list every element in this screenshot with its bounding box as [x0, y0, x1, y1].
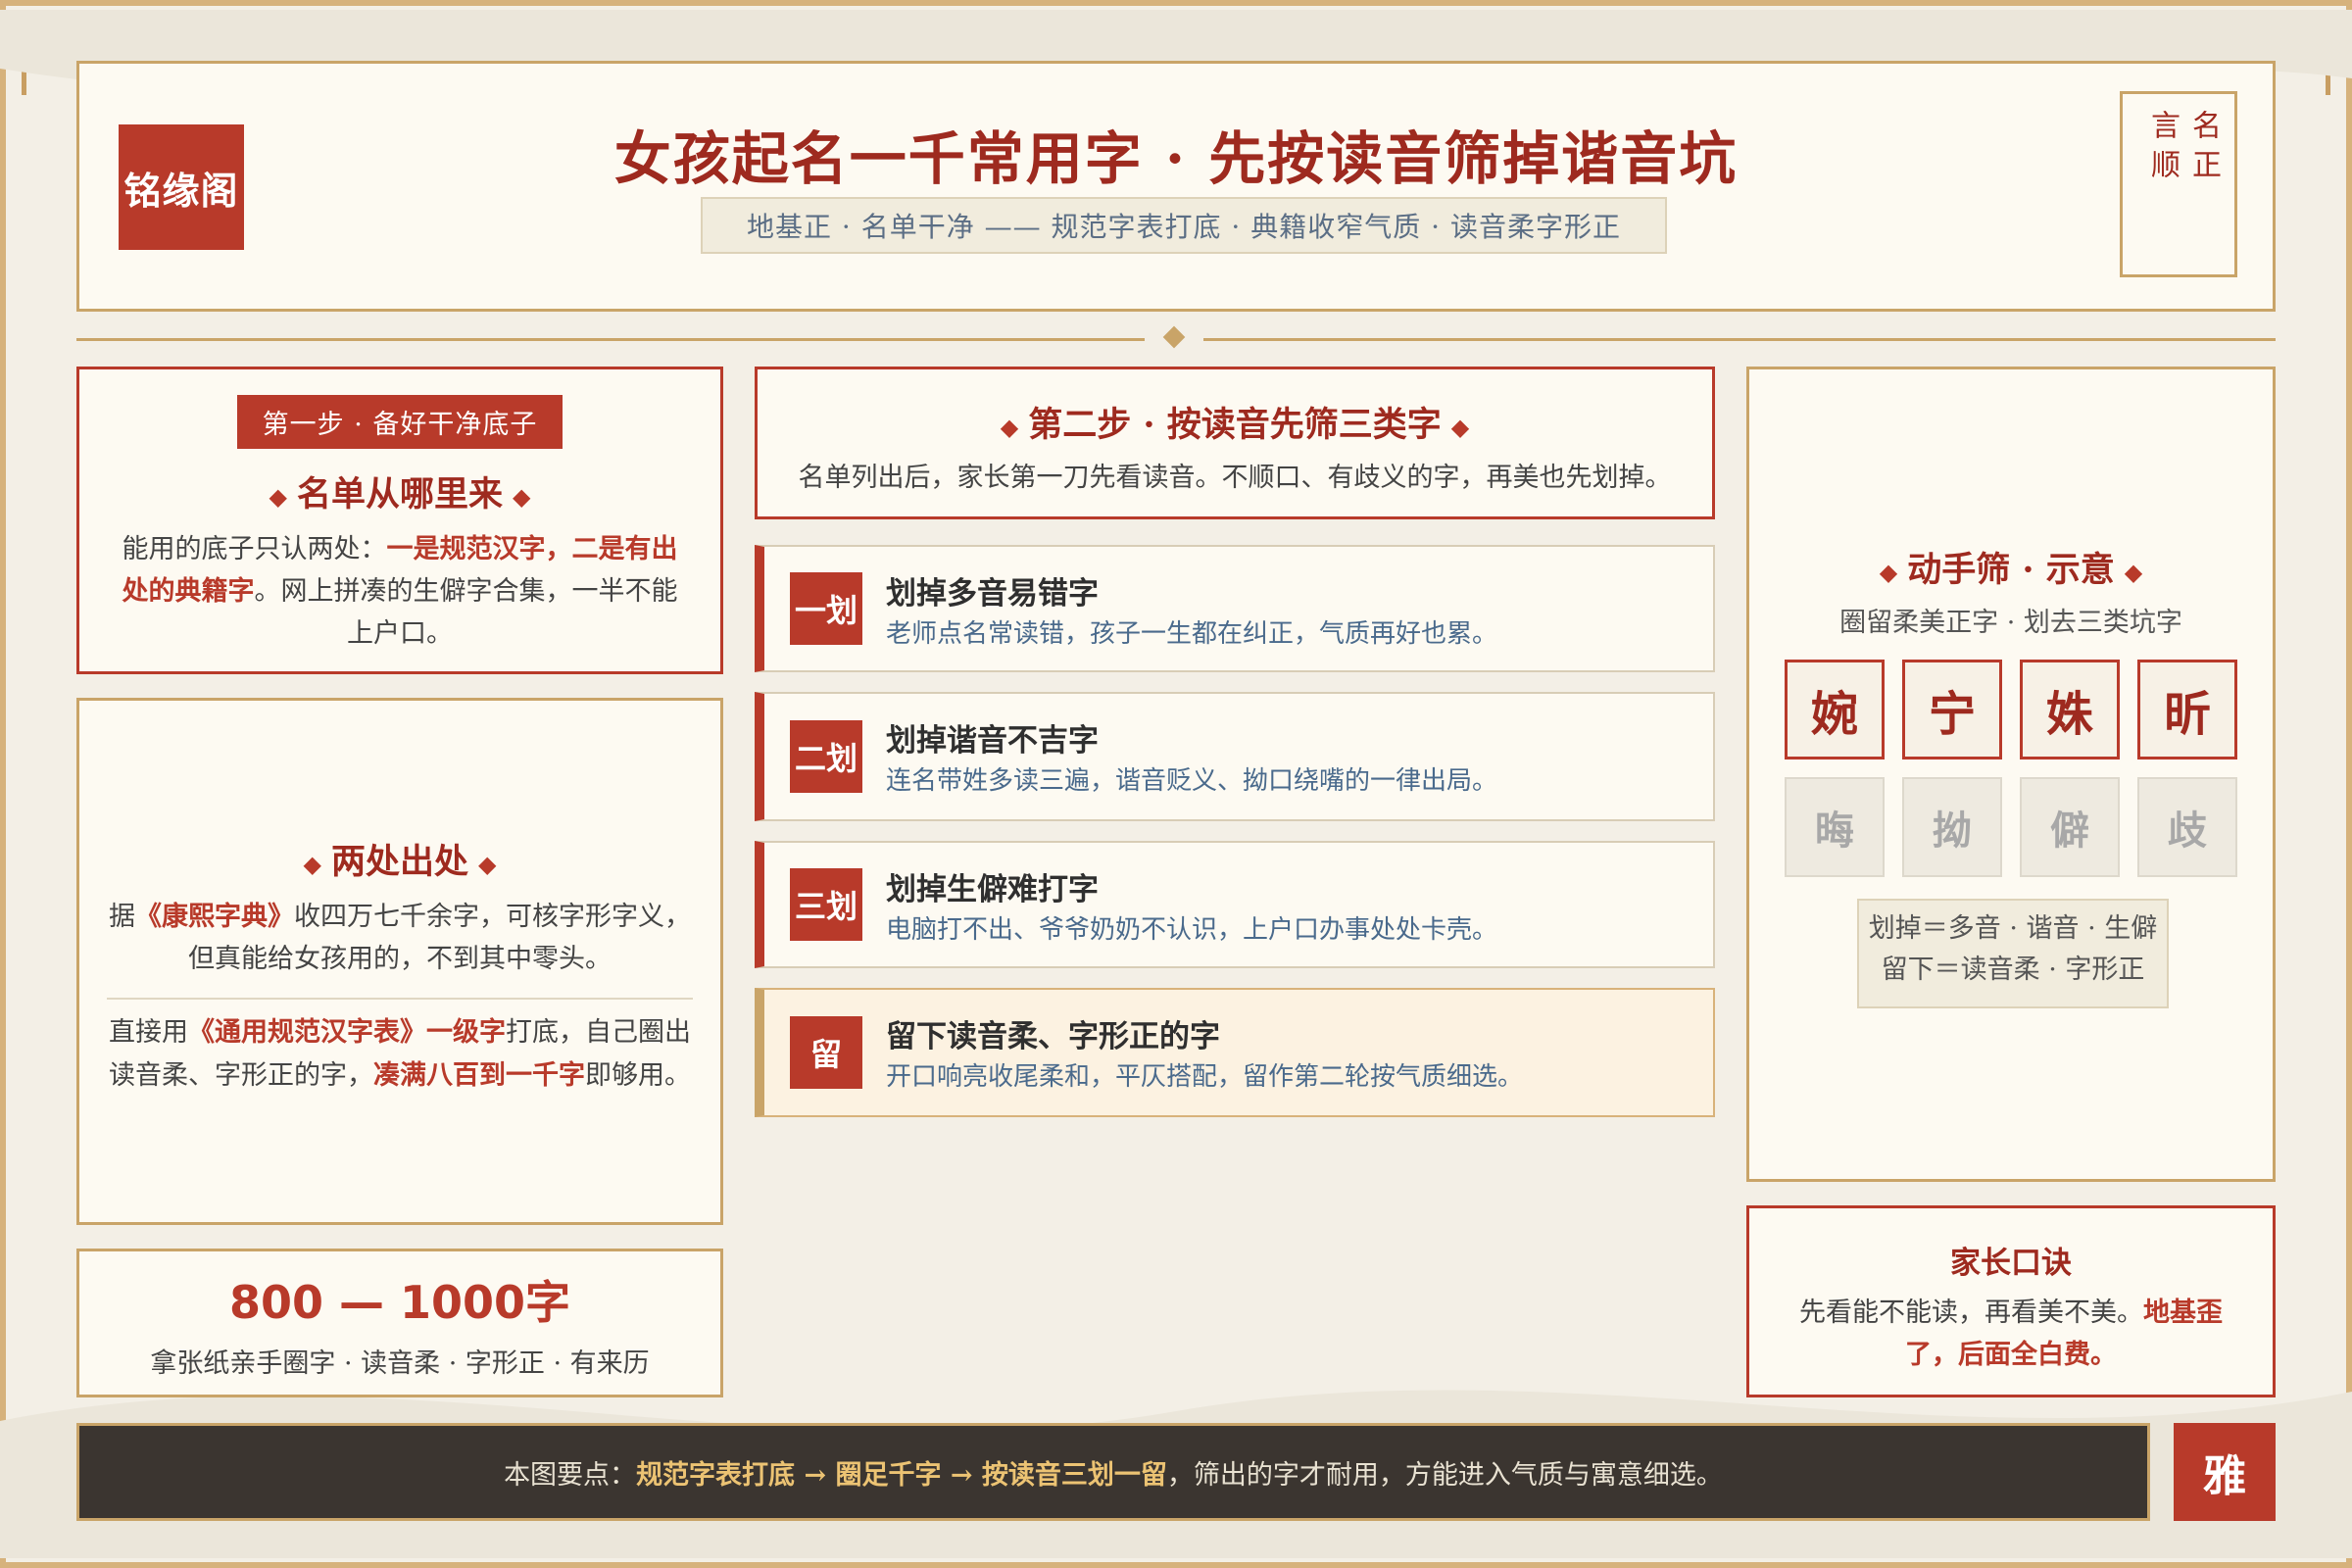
seal-column-1: 名正: [2186, 110, 2221, 188]
demo-title: ◆ 动手筛 · 示意 ◆: [1879, 550, 2143, 590]
keep-char: 宁: [1902, 660, 2002, 760]
demo-card: ◆ 动手筛 · 示意 ◆ 圈留柔美正字 · 划去三类坑字 婉 宁 姝 昕 晦 拗 僻…: [1746, 367, 2276, 1182]
section-divider: [76, 325, 2276, 349]
diamond-icon: ◆: [478, 850, 497, 878]
keep-tag: 留: [790, 1016, 862, 1089]
diamond-icon: ◆: [303, 850, 321, 878]
drop-char: 拗: [1902, 777, 2002, 877]
strike-item-3: 三划 划掉生僻难打字 电脑打不出、爷爷奶奶不认识，上户口办事处处卡壳。: [755, 841, 1715, 968]
strike-desc: 老师点名常读错，孩子一生都在纠正，气质再好也累。: [886, 619, 1498, 649]
step2-card: ◆ 第二步 · 按读音先筛三类字 ◆ 名单列出后，家长第一刀先看读音。不顺口、有歧义…: [755, 367, 1715, 519]
drop-char: 僻: [2020, 777, 2120, 877]
strike-item-2: 二划 划掉谐音不吉字 连名带姓多读三遍，谐音贬义、拗口绕嘴的一律出局。: [755, 692, 1715, 821]
diamond-icon: ◆: [269, 482, 287, 511]
strike-title: 划掉多音易错字: [886, 576, 1099, 612]
rule-drop: 划掉＝多音 · 谐音 · 生僻: [1868, 913, 2158, 944]
seal-column-2: 言顺: [2145, 110, 2180, 188]
drop-char: 晦: [1785, 777, 1885, 877]
strike-desc: 电脑打不出、爷爷奶奶不认识，上户口办事处处卡壳。: [886, 915, 1498, 945]
step2-desc: 名单列出后，家长第一刀先看读音。不顺口、有歧义的字，再美也先划掉。: [798, 463, 1672, 493]
strike-title: 划掉生僻难打字: [886, 872, 1099, 907]
strike-tag: 二划: [790, 720, 862, 793]
header-panel: 铭缘阁 女孩起名一千常用字 · 先按读音筛掉谐音坑 地基正 · 名单干净 —— …: [76, 61, 2276, 312]
step1-title: ◆ 名单从哪里来 ◆: [269, 474, 531, 514]
step1-badge: 第一步 · 备好干净底子: [236, 395, 564, 449]
motto-title: 家长口诀: [1950, 1246, 2072, 1281]
sources-title: ◆ 两处出处 ◆: [303, 842, 497, 882]
corner-stamp: 雅: [2174, 1423, 2276, 1521]
motto-card: 家长口诀 先看能不能读，再看美不美。地基歪了，后面全白费。: [1746, 1205, 2276, 1397]
summary-highlight: 规范字表打底 → 圈足千字 → 按读音三划一留: [636, 1459, 1167, 1491]
drop-char: 歧: [2137, 777, 2237, 877]
strike-title: 划掉谐音不吉字: [886, 723, 1099, 759]
step1-body: 能用的底子只认两处：一是规范汉字，二是有出处的典籍字。网上拼凑的生僻字合集，一半…: [122, 534, 678, 650]
summary-prefix: 本图要点：: [504, 1459, 637, 1491]
keep-char: 姝: [2020, 660, 2120, 760]
diamond-icon: ◆: [1879, 558, 1898, 586]
sources-paragraph-2: 直接用《通用规范汉字表》一级字打底，自己圈出读音柔、字形正的字，凑满八百到一千字…: [109, 1017, 691, 1091]
motto-body: 先看能不能读，再看美不美。地基歪了，后面全白费。: [1799, 1298, 2223, 1371]
count-card: 800 — 1000字 拿张纸亲手圈字 · 读音柔 · 字形正 · 有来历: [76, 1249, 723, 1397]
page-title: 女孩起名一千常用字 · 先按读音筛掉谐音坑: [613, 125, 1739, 192]
summary-bar: 本图要点： 规范字表打底 → 圈足千字 → 按读音三划一留 ，筛出的字才耐用，方能进…: [76, 1423, 2150, 1521]
step2-title: ◆ 第二步 · 按读音先筛三类字 ◆: [1000, 405, 1470, 445]
keep-title: 留下读音柔、字形正的字: [886, 1019, 1220, 1054]
rule-keep: 留下＝读音柔 · 字形正: [1881, 954, 2145, 985]
diamond-icon: ◆: [1450, 413, 1470, 441]
keep-char: 婉: [1785, 660, 1885, 760]
rule-box: 划掉＝多音 · 谐音 · 生僻 留下＝读音柔 · 字形正: [1857, 899, 2169, 1008]
keep-desc: 开口响亮收尾柔和，平仄搭配，留作第二轮按气质细选。: [886, 1062, 1524, 1092]
keep-char: 昕: [2137, 660, 2237, 760]
strike-tag: 三划: [790, 868, 862, 941]
strike-desc: 连名带姓多读三遍，谐音贬义、拗口绕嘴的一律出局。: [886, 766, 1498, 796]
char-count: 800 — 1000字: [228, 1276, 571, 1329]
sources-paragraph-1: 据《康熙字典》收四万七千余字，可核字形字义，但真能给女孩用的，不到其中零头。: [109, 902, 691, 975]
page-subtitle: 地基正 · 名单干净 —— 规范字表打底 · 典籍收窄气质 · 读音柔字形正: [701, 197, 1667, 254]
summary-suffix: ，筛出的字才耐用，方能进入气质与寓意细选。: [1166, 1459, 1723, 1491]
keep-item: 留 留下读音柔、字形正的字 开口响亮收尾柔和，平仄搭配，留作第二轮按气质细选。: [755, 988, 1715, 1117]
count-desc: 拿张纸亲手圈字 · 读音柔 · 字形正 · 有来历: [150, 1348, 650, 1379]
diamond-icon: ◆: [1000, 413, 1019, 441]
step1-card: 第一步 · 备好干净底子 ◆ 名单从哪里来 ◆ 能用的底子只认两处：一是规范汉字，二…: [76, 367, 723, 674]
diamond-icon: ◆: [513, 482, 531, 511]
demo-subtitle: 圈留柔美正字 · 划去三类坑字: [1839, 608, 2182, 638]
diamond-icon: ◆: [2124, 558, 2143, 586]
strike-item-1: 一划 划掉多音易错字 老师点名常读错，孩子一生都在纠正，气质再好也累。: [755, 545, 1715, 672]
strike-tag: 一划: [790, 572, 862, 645]
sources-card: ◆ 两处出处 ◆ 据《康熙字典》收四万七千余字，可核字形字义，但真能给女孩用的，不到…: [76, 698, 723, 1225]
seal-stamp: 名正 言顺: [2120, 91, 2237, 277]
